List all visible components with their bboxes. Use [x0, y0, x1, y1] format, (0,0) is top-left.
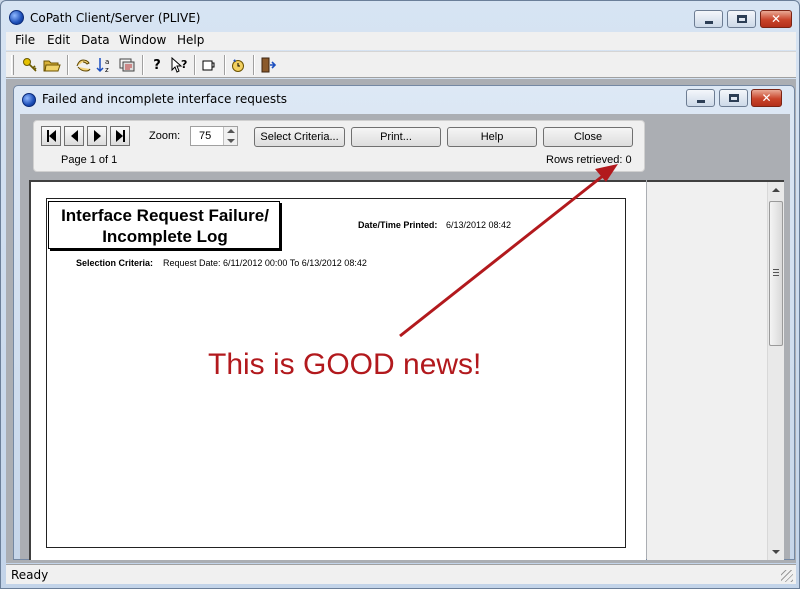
rows-retrieved: Rows retrieved: 0: [546, 154, 632, 166]
child-maximize-button[interactable]: [719, 89, 748, 107]
child-minimize-button[interactable]: [686, 89, 715, 107]
sort-az-icon[interactable]: az: [95, 55, 115, 75]
scroll-up-icon[interactable]: [772, 188, 780, 192]
cards-icon[interactable]: [117, 55, 137, 75]
svg-text:a: a: [105, 58, 109, 66]
toolbar-grip[interactable]: [11, 55, 14, 75]
svg-text:?: ?: [181, 58, 187, 71]
zoom-stepper[interactable]: 75: [190, 126, 238, 146]
menu-data[interactable]: Data: [81, 33, 110, 47]
copath-globe-icon[interactable]: [22, 93, 36, 107]
whats-this-icon[interactable]: ?: [169, 55, 189, 75]
scroll-thumb[interactable]: [769, 201, 783, 346]
window-title: CoPath Client/Server (PLIVE): [30, 11, 201, 25]
criteria-label: Selection Criteria:: [76, 258, 153, 268]
preview-side-pane: [647, 180, 784, 560]
scroll-down-icon[interactable]: [772, 550, 780, 554]
zoom-spinner[interactable]: [223, 127, 237, 145]
menu-window[interactable]: Window: [119, 33, 166, 47]
minimize-icon: [696, 99, 705, 103]
spin-up-icon[interactable]: [227, 129, 235, 133]
criteria-label-text: Selection Criteria:: [76, 258, 154, 268]
first-page-button[interactable]: [41, 126, 61, 146]
toolbar-separator: [142, 55, 144, 75]
minimize-button[interactable]: [694, 10, 723, 28]
printed-label: Date/Time Printed:: [358, 220, 437, 230]
close-icon: ✕: [770, 12, 782, 26]
svg-text:z: z: [105, 66, 109, 74]
vertical-scrollbar[interactable]: [767, 182, 784, 560]
report-title-line-2: Incomplete Log: [102, 227, 228, 246]
previous-page-button[interactable]: [64, 126, 84, 146]
report-title: Interface Request Failure/ Incomplete Lo…: [49, 205, 281, 247]
previous-page-icon: [70, 130, 78, 142]
copath-globe-icon[interactable]: [9, 10, 24, 25]
help-button[interactable]: Help: [447, 127, 537, 147]
report-title-box: Interface Request Failure/ Incomplete Lo…: [48, 201, 280, 249]
printed-value: 6/13/2012 08:42: [446, 220, 512, 230]
report-title-line-1: Interface Request Failure/: [61, 206, 269, 225]
menu-edit[interactable]: Edit: [47, 33, 70, 47]
last-page-icon: [115, 130, 123, 142]
maximize-button[interactable]: [727, 10, 756, 28]
status-bar: Ready: [6, 564, 796, 584]
zoom-value[interactable]: 75: [199, 130, 211, 142]
next-page-button[interactable]: [87, 126, 107, 146]
page-status: Page 1 of 1: [61, 154, 118, 166]
toolbar-separator: [67, 55, 69, 75]
menu-help[interactable]: Help: [177, 33, 204, 47]
maximize-icon: [728, 94, 739, 102]
folder-open-icon[interactable]: [42, 55, 62, 75]
child-window-title: Failed and incomplete interface requests: [42, 92, 288, 106]
exit-door-icon[interactable]: [258, 55, 278, 75]
title-bar[interactable]: CoPath Client/Server (PLIVE) ✕: [1, 1, 799, 31]
grip-icon: [773, 269, 779, 276]
first-page-icon-arrow: [48, 130, 56, 142]
toolbar-separator: [253, 55, 255, 75]
application-window: CoPath Client/Server (PLIVE) ✕ File Edit…: [0, 0, 800, 589]
status-text: Ready: [11, 568, 49, 582]
zoom-label: Zoom:: [149, 130, 181, 142]
mug-icon[interactable]: [199, 55, 219, 75]
minimize-icon: [704, 20, 713, 24]
close-button[interactable]: Close: [543, 127, 633, 147]
child-close-button[interactable]: ✕: [751, 89, 782, 107]
clock-refresh-icon[interactable]: [228, 55, 248, 75]
annotation-text: This is GOOD news!: [208, 348, 482, 381]
report-controls-panel: Zoom: 75 Select Criteria... Print... Hel…: [33, 120, 645, 172]
print-button[interactable]: Print...: [351, 127, 441, 147]
report-viewer: Zoom: 75 Select Criteria... Print... Hel…: [20, 114, 790, 560]
select-criteria-button[interactable]: Select Criteria...: [254, 127, 345, 147]
toolbar-separator: [224, 55, 226, 75]
menu-bar: File Edit Data Window Help: [6, 32, 796, 50]
last-page-button[interactable]: [110, 126, 130, 146]
menu-file[interactable]: File: [15, 33, 35, 47]
close-window-button[interactable]: ✕: [760, 10, 792, 28]
maximize-icon: [736, 15, 747, 23]
hand-icon[interactable]: [73, 55, 93, 75]
spin-down-icon[interactable]: [227, 139, 235, 143]
report-child-window: Failed and incomplete interface requests…: [13, 85, 795, 560]
help-icon[interactable]: ?: [147, 55, 167, 75]
close-icon: ✕: [761, 91, 772, 105]
next-page-icon: [93, 130, 101, 142]
toolbar: az ? ?: [6, 51, 796, 78]
resize-grip-icon[interactable]: [781, 570, 793, 582]
criteria-value: Request Date: 6/11/2012 00:00 To 6/13/20…: [163, 258, 367, 268]
toolbar-separator: [194, 55, 196, 75]
key-icon[interactable]: [20, 55, 40, 75]
printed-label-text: Date/Time Printed:: [358, 220, 438, 230]
last-page-icon-bar: [122, 130, 125, 142]
